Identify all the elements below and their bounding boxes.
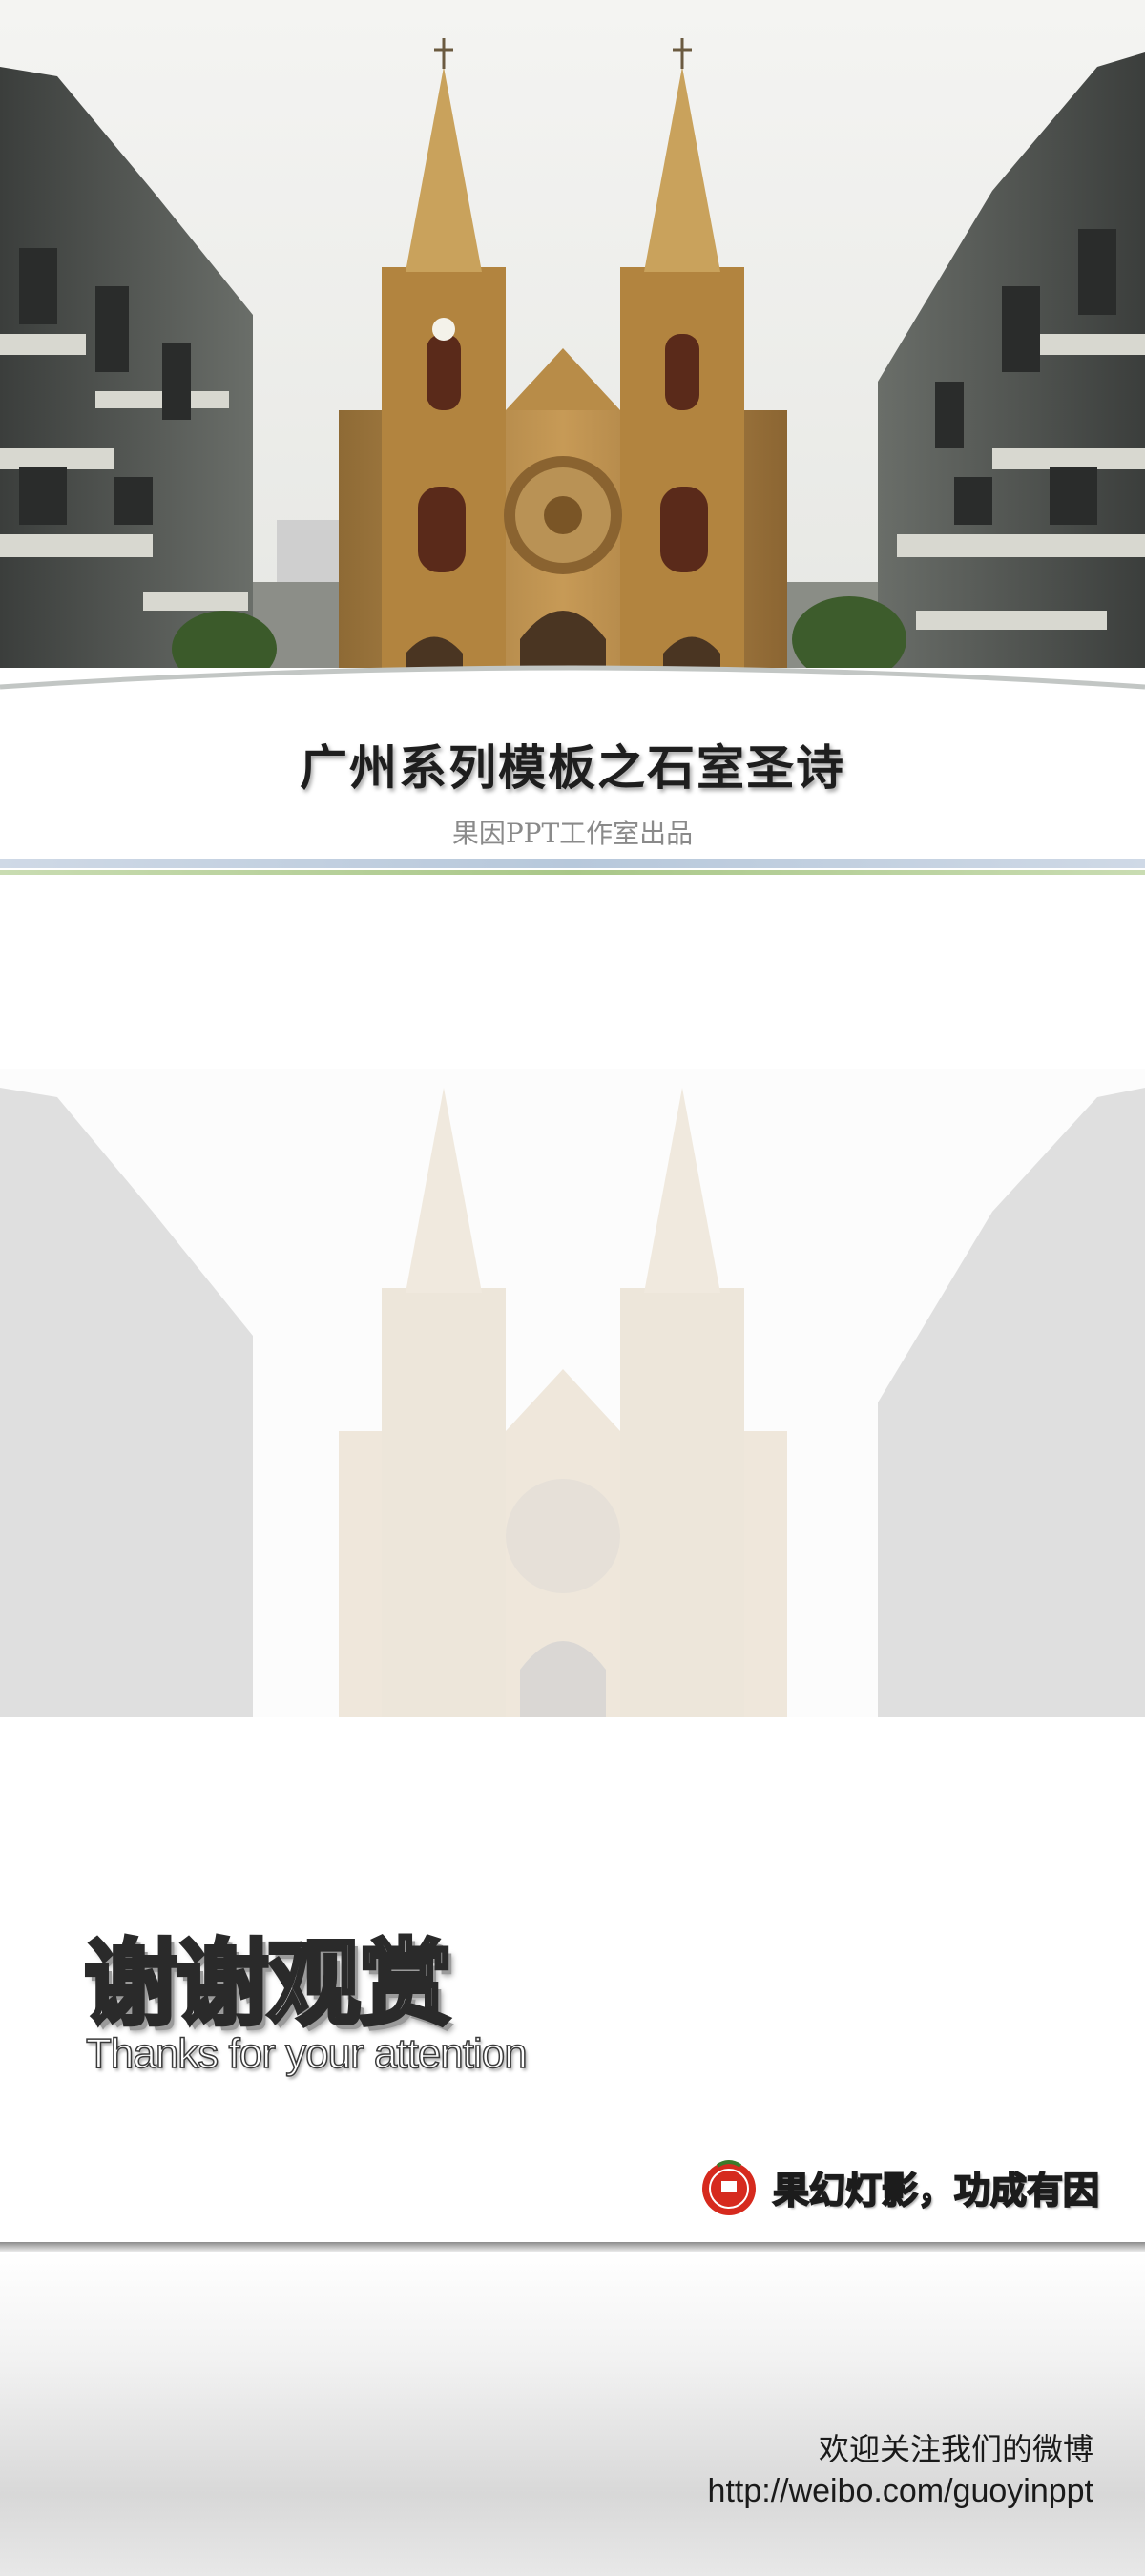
faded-cathedral-photo [0,1069,1145,1717]
cover-subtitle: 果因PPT工作室出品 [451,818,694,849]
follow-weibo-text: 欢迎关注我们的微博 [818,2431,1093,2467]
accent-line-blue [0,859,1145,868]
accent-line-green [0,870,1145,875]
brand-signature: 果幻灯影，功成有因 [698,2156,1100,2217]
cover-title: 广州系列模板之石室圣诗 [300,740,845,796]
cathedral-illustration [0,0,1145,687]
brand-logo-icon [701,2160,756,2215]
cathedral-photo [0,0,1145,687]
title-band-arc [0,665,1145,706]
weibo-link[interactable]: http://weibo.com/guoyinppt [708,2473,1093,2510]
thanks-slide: 谢谢观赏 Thanks for your attention 果幻灯影，功成有因 [0,878,1145,2252]
brand-slogan: 果幻灯影，功成有因 [772,2169,1100,2212]
thanks-subheading: Thanks for your attention [85,2029,528,2078]
cover-slide: 广州系列模板之石室圣诗 果因PPT工作室出品 [0,0,1145,878]
thanks-heading: 谢谢观赏 [82,1928,454,2041]
footer: 欢迎关注我们的微博 http://weibo.com/guoyinppt [0,2252,1145,2576]
